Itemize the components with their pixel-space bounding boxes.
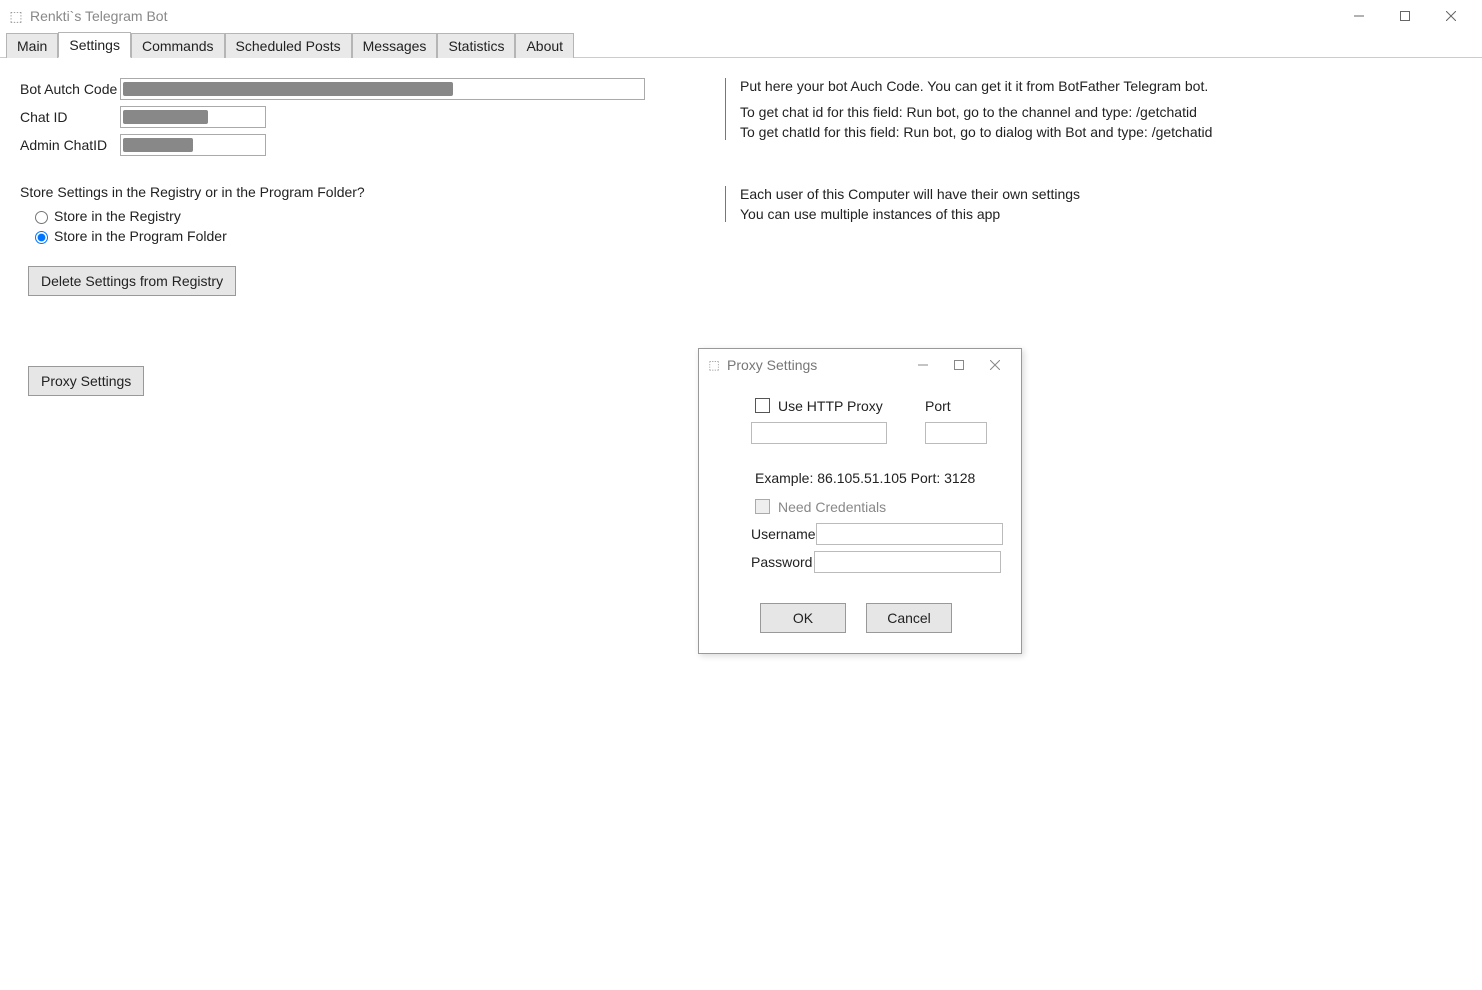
radio-store-registry-label: Store in the Registry (54, 208, 181, 224)
tab-settings[interactable]: Settings (58, 32, 131, 58)
window-title: Renkti`s Telegram Bot (30, 8, 167, 24)
delete-settings-button[interactable]: Delete Settings from Registry (28, 266, 236, 296)
help-registry-1: Each user of this Computer will have the… (740, 186, 1245, 202)
proxy-dialog-title: Proxy Settings (727, 357, 817, 373)
bot-auth-label: Bot Autch Code (20, 81, 120, 97)
proxy-port-input[interactable] (925, 422, 987, 444)
tab-about[interactable]: About (515, 33, 574, 58)
username-label: Username (751, 526, 816, 542)
proxy-dialog: ⬚ Proxy Settings Use HTTP Proxy (698, 348, 1022, 654)
app-icon: ⬚ (8, 8, 24, 24)
proxy-cancel-button[interactable]: Cancel (866, 603, 952, 633)
admin-chat-id-label: Admin ChatID (20, 137, 120, 153)
use-http-proxy-checkbox[interactable] (755, 398, 770, 413)
maximize-button[interactable] (1382, 0, 1428, 32)
password-input[interactable] (814, 551, 1001, 573)
password-label: Password (751, 554, 814, 570)
username-input[interactable] (816, 523, 1003, 545)
help-registry-2: You can use multiple instances of this a… (740, 206, 1245, 222)
radio-store-registry[interactable] (35, 211, 48, 224)
proxy-host-input[interactable] (751, 422, 887, 444)
proxy-close-button[interactable] (977, 360, 1013, 370)
proxy-dialog-icon: ⬚ (707, 358, 721, 372)
help-adminid: To get chatId for this field: Run bot, g… (740, 124, 1245, 140)
proxy-ok-button[interactable]: OK (760, 603, 846, 633)
proxy-settings-button[interactable]: Proxy Settings (28, 366, 144, 396)
radio-store-folder[interactable] (35, 231, 48, 244)
need-credentials-label: Need Credentials (778, 499, 886, 515)
store-question: Store Settings in the Registry or in the… (20, 184, 720, 200)
proxy-dialog-titlebar: ⬚ Proxy Settings (699, 349, 1021, 381)
settings-pane: Bot Autch Code Chat ID Admin ChatID Stor… (0, 58, 1482, 416)
tab-statistics[interactable]: Statistics (437, 33, 515, 58)
proxy-minimize-button[interactable] (905, 360, 941, 370)
help-panel: Put here your bot Auch Code. You can get… (725, 78, 1245, 250)
help-chatid: To get chat id for this field: Run bot, … (740, 104, 1245, 120)
radio-store-folder-label: Store in the Program Folder (54, 228, 227, 244)
proxy-maximize-button[interactable] (941, 360, 977, 370)
titlebar: ⬚ Renkti`s Telegram Bot (0, 0, 1482, 32)
tab-commands[interactable]: Commands (131, 33, 225, 58)
need-credentials-checkbox[interactable] (755, 499, 770, 514)
proxy-example: Example: 86.105.51.105 Port: 3128 (755, 470, 1001, 486)
minimize-button[interactable] (1336, 0, 1382, 32)
tab-main[interactable]: Main (6, 33, 58, 58)
use-http-proxy-label: Use HTTP Proxy (778, 398, 883, 414)
port-label: Port (925, 398, 987, 414)
chat-id-label: Chat ID (20, 109, 120, 125)
tab-scheduled-posts[interactable]: Scheduled Posts (225, 33, 352, 58)
tab-messages[interactable]: Messages (352, 33, 438, 58)
close-button[interactable] (1428, 0, 1474, 32)
tab-bar: Main Settings Commands Scheduled Posts M… (0, 32, 1482, 58)
help-auth: Put here your bot Auch Code. You can get… (740, 78, 1245, 94)
